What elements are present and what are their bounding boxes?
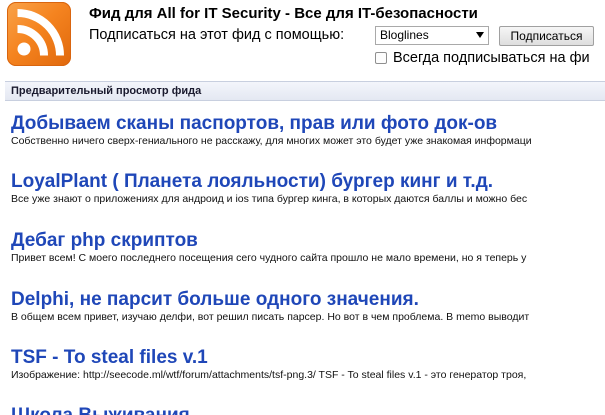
feed-entry: Школа Выживания — [11, 404, 605, 415]
dropdown-arrow-icon — [476, 32, 484, 38]
feed-entry: Добываем сканы паспортов, прав или фото … — [11, 112, 605, 148]
feed-entry: Дебаг php скриптов Привет всем! С моего … — [11, 229, 605, 265]
feed-entry-title-link[interactable]: Добываем сканы паспортов, прав или фото … — [11, 112, 605, 135]
feed-entry: Delphi, не парсит больше одного значения… — [11, 288, 605, 324]
feed-preview-label: Предварительный просмотр фида — [11, 85, 202, 97]
feed-reader-select-value: Bloglines — [380, 28, 429, 42]
feed-entry: LoyalPlant ( Планета лояльности) бургер … — [11, 170, 605, 206]
always-subscribe-label: Всегда подписываться на фи — [393, 50, 590, 66]
feed-header: Фид для All for IT Security - Все для IT… — [0, 0, 605, 80]
feed-entry-snippet: Собственно ничего сверх-гениального не р… — [11, 135, 532, 147]
feed-entry-snippet: Привет всем! С моего последнего посещени… — [11, 252, 527, 264]
rss-feed-icon — [7, 2, 71, 66]
always-subscribe-checkbox[interactable] — [375, 52, 387, 64]
feed-entry: TSF - To steal files v.1 Изображение: ht… — [11, 346, 605, 382]
feed-entry-title-link[interactable]: LoyalPlant ( Планета лояльности) бургер … — [11, 170, 605, 193]
feed-entry-snippet: В общем всем привет, изучаю делфи, вот р… — [11, 311, 530, 323]
feed-entry-snippet: Все уже знают о приложениях для андроид … — [11, 193, 528, 205]
feed-entry-snippet: Изображение: http://seecode.ml/wtf/forum… — [11, 369, 527, 381]
feed-preview-page: Фид для All for IT Security - Все для IT… — [0, 0, 605, 415]
feed-entry-title-link[interactable]: Дебаг php скриптов — [11, 229, 605, 252]
feed-entry-title-link[interactable]: Delphi, не парсит больше одного значения… — [11, 288, 605, 311]
subscribe-with-label: Подписаться на этот фид с помощью: — [89, 27, 345, 43]
subscribe-button[interactable]: Подписаться — [499, 26, 594, 46]
feed-title: Фид для All for IT Security - Все для IT… — [89, 5, 478, 22]
feed-entry-title-link[interactable]: Школа Выживания — [11, 404, 605, 415]
feed-reader-select[interactable]: Bloglines — [375, 26, 489, 45]
feed-preview-bar: Предварительный просмотр фида — [5, 81, 605, 101]
feed-entry-title-link[interactable]: TSF - To steal files v.1 — [11, 346, 605, 369]
